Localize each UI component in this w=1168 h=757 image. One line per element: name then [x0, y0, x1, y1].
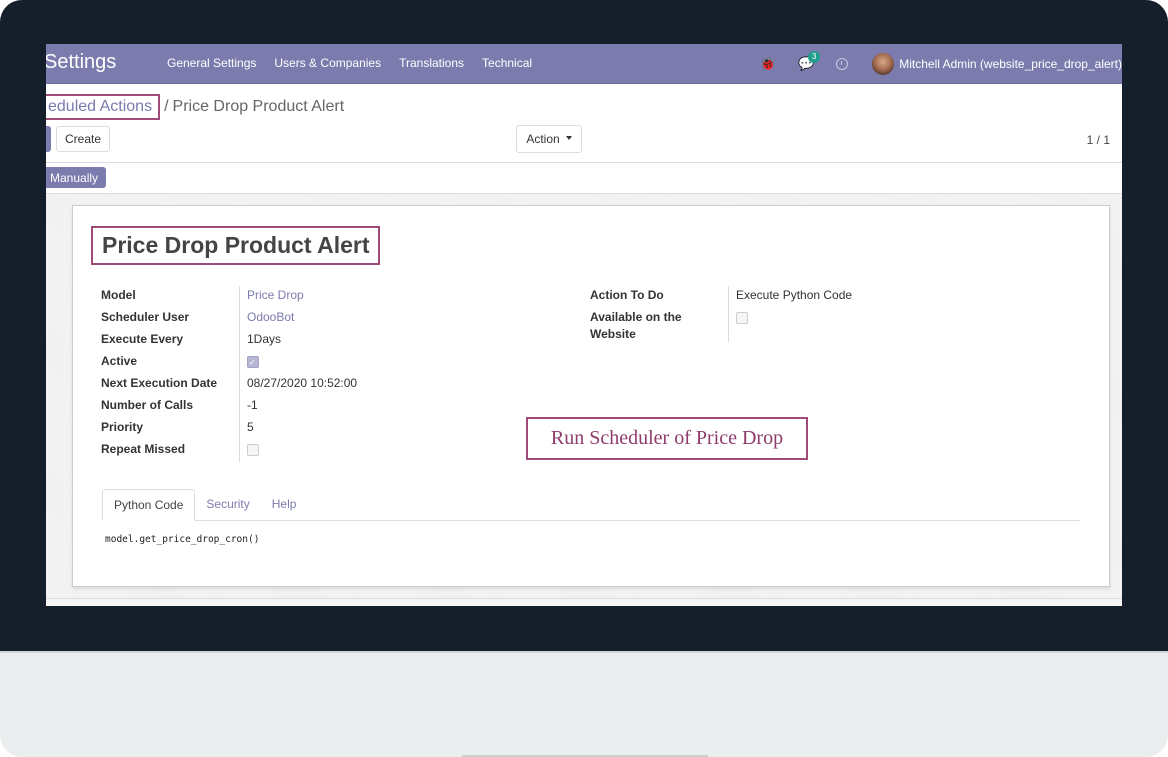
scheduler-user-link[interactable]: OdooBot — [239, 308, 294, 330]
number-of-calls-value: -1 — [239, 396, 258, 418]
field-active: Active — [101, 352, 357, 374]
action-to-do-value: Execute Python Code — [728, 286, 852, 308]
available-on-website-checkbox[interactable] — [736, 312, 748, 324]
message-count-badge: 3 — [808, 51, 821, 63]
model-link[interactable]: Price Drop — [239, 286, 304, 308]
field-repeat-missed: Repeat Missed — [101, 440, 357, 462]
breadcrumb: eduled Actions / Price Drop Product Aler… — [46, 94, 344, 120]
field-number-of-calls: Number of Calls -1 — [101, 396, 357, 418]
field-label: Scheduler User — [101, 310, 190, 324]
repeat-missed-checkbox[interactable] — [247, 444, 259, 456]
form-footer — [46, 598, 1122, 606]
breadcrumb-current: Price Drop Product Alert — [172, 98, 345, 115]
right-field-group: Action To Do Execute Python Code Availab… — [590, 286, 852, 342]
priority-value: 5 — [239, 418, 254, 440]
app-title[interactable]: Settings — [46, 51, 116, 74]
python-code-editor[interactable]: model.get_price_drop_cron() — [105, 534, 259, 545]
run-manually-button[interactable]: Manually — [46, 167, 107, 188]
form-sheet: Price Drop Product Alert Model Price Dro… — [72, 205, 1110, 587]
breadcrumb-separator: / — [164, 98, 169, 115]
field-label: Active — [101, 354, 138, 368]
top-navbar: Settings General Settings Users & Compan… — [46, 44, 1122, 84]
breadcrumb-scheduled-actions[interactable]: eduled Actions — [46, 94, 161, 120]
field-execute-every: Execute Every 1Days — [101, 330, 357, 352]
field-label: Repeat Missed — [101, 442, 186, 456]
field-scheduler-user: Scheduler User OdooBot — [101, 308, 357, 330]
odoo-screen: Settings General Settings Users & Compan… — [46, 44, 1122, 606]
left-field-group: Model Price Drop Scheduler User OdooBot … — [101, 286, 357, 462]
field-available-on-website: Available on the Website — [590, 308, 852, 342]
field-priority: Priority 5 — [101, 418, 357, 440]
active-value — [239, 352, 259, 374]
form-statusbar: Manually — [46, 163, 1122, 194]
field-label: Available on the Website — [590, 310, 682, 341]
execute-every-value: 1Days — [239, 330, 281, 352]
messages-chat-icon[interactable]: 💬 3 — [798, 51, 821, 72]
field-label: Next Execution Date — [101, 376, 218, 390]
annotation-callout: Run Scheduler of Price Drop — [526, 417, 808, 460]
monitor-chin — [0, 651, 1168, 757]
edit-button[interactable] — [46, 126, 51, 152]
pager[interactable]: 1 / 1 — [1087, 133, 1110, 147]
menu-technical[interactable]: Technical — [482, 56, 532, 70]
field-action-to-do: Action To Do Execute Python Code — [590, 286, 852, 308]
menu-users-companies[interactable]: Users & Companies — [274, 56, 381, 70]
main-menu: General Settings Users & Companies Trans… — [167, 56, 532, 70]
tab-python-code[interactable]: Python Code — [102, 489, 196, 521]
action-dropdown[interactable]: Action — [516, 125, 582, 153]
active-checkbox[interactable] — [247, 354, 259, 371]
menu-translations[interactable]: Translations — [399, 56, 464, 70]
field-label: Priority — [101, 420, 144, 434]
field-label: Number of Calls — [101, 398, 194, 412]
available-on-website-value — [728, 308, 748, 342]
record-title[interactable]: Price Drop Product Alert — [91, 226, 380, 265]
field-label: Execute Every — [101, 332, 184, 346]
debug-bug-icon[interactable]: 🐞 — [760, 56, 776, 72]
field-label: Model — [101, 288, 136, 302]
menu-general-settings[interactable]: General Settings — [167, 56, 256, 70]
user-avatar[interactable] — [872, 53, 895, 75]
notebook-tabs: Python Code Security Help — [102, 489, 1080, 521]
next-execution-date-value: 08/27/2020 10:52:00 — [239, 374, 357, 396]
field-model: Model Price Drop — [101, 286, 357, 308]
activity-clock-icon[interactable] — [836, 58, 849, 70]
repeat-missed-value — [239, 440, 259, 462]
user-menu[interactable]: Mitchell Admin (website_price_drop_alert… — [899, 57, 1122, 71]
tab-security[interactable]: Security — [195, 489, 260, 520]
action-label: Action — [526, 132, 560, 146]
create-button[interactable]: Create — [56, 126, 111, 152]
tab-help[interactable]: Help — [261, 489, 308, 520]
field-label: Action To Do — [590, 288, 664, 302]
field-next-execution-date: Next Execution Date 08/27/2020 10:52:00 — [101, 374, 357, 396]
navbar-systray: 🐞 💬 3 Mitchell Admin (website_price_drop_… — [760, 44, 1122, 84]
caret-down-icon — [565, 135, 572, 140]
